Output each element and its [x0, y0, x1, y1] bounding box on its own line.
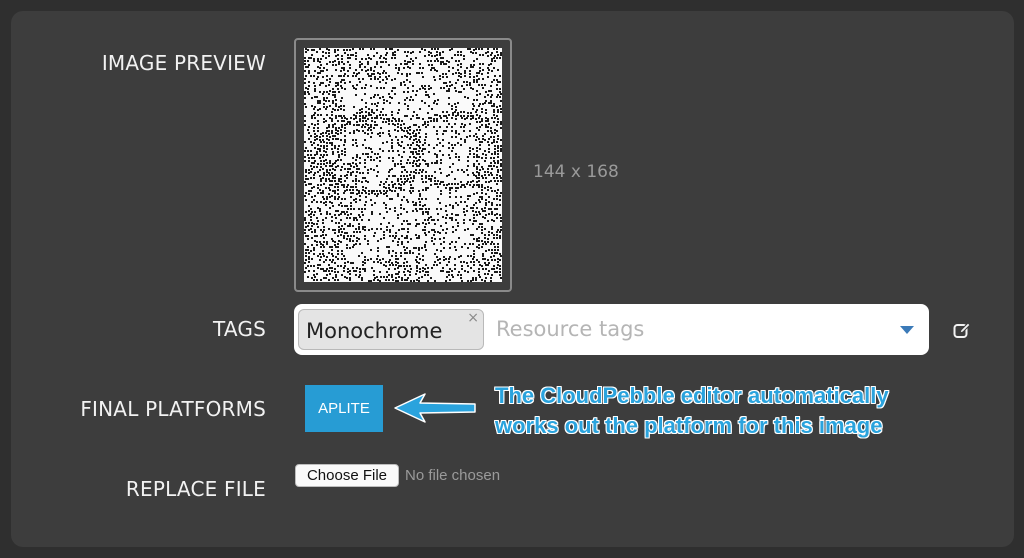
callout-line-2: works out the platform for this image	[495, 413, 883, 438]
edit-icon[interactable]	[953, 322, 971, 340]
image-dimensions: 144 x 168	[533, 162, 619, 182]
tag-chip-label: Monochrome	[306, 319, 443, 343]
choose-file-button[interactable]: Choose File	[295, 464, 399, 487]
tags-placeholder: Resource tags	[496, 317, 645, 341]
callout-line-1: The CloudPebble editor automatically	[495, 383, 889, 408]
tag-chip-monochrome[interactable]: Monochrome ×	[298, 309, 484, 350]
replace-file-label: REPLACE FILE	[125, 477, 266, 501]
close-icon[interactable]: ×	[467, 310, 479, 326]
resource-panel	[11, 11, 1014, 547]
image-preview-frame	[294, 38, 512, 292]
tags-label: TAGS	[213, 317, 266, 341]
arrow-left-icon	[394, 393, 476, 423]
file-status: No file chosen	[405, 467, 501, 484]
image-preview	[304, 48, 502, 282]
chevron-down-icon[interactable]	[900, 326, 914, 334]
final-platforms-label: FINAL PLATFORMS	[80, 397, 266, 421]
callout-annotation: The CloudPebble editor automatically wor…	[495, 381, 955, 441]
platform-badge-aplite: APLITE	[305, 385, 383, 432]
image-preview-label: IMAGE PREVIEW	[101, 51, 266, 75]
tags-input-field[interactable]: Monochrome × Resource tags	[294, 304, 929, 355]
